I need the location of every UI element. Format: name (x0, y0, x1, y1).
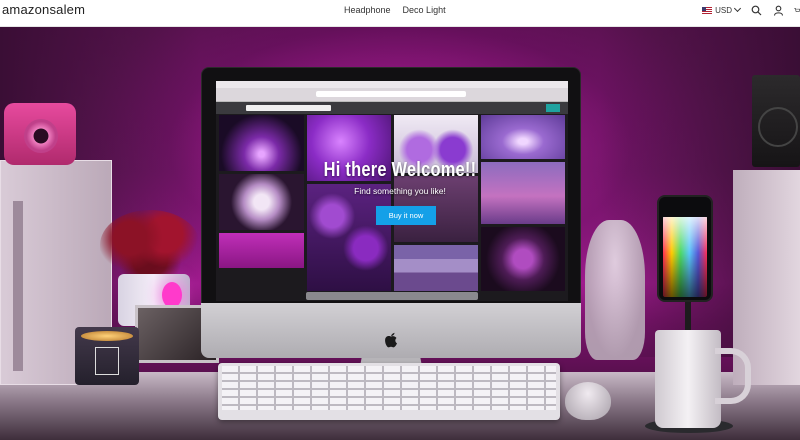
browser-toolbar (216, 88, 568, 102)
search-icon[interactable] (750, 4, 762, 16)
keyboard (218, 363, 560, 420)
header-actions: USD (702, 4, 800, 16)
candle-jar (75, 327, 139, 385)
apple-logo (385, 332, 397, 348)
candle-label (95, 347, 119, 375)
grid-tile (219, 174, 304, 230)
grid-tile (394, 245, 478, 291)
imac-chin (201, 303, 581, 358)
image-grid (219, 115, 565, 291)
coffee-mug (655, 330, 751, 428)
mac-menubar (216, 81, 568, 88)
buy-now-button[interactable]: Buy it now (376, 206, 436, 225)
hero-title: Hi there Welcome!! (323, 159, 477, 181)
main-nav: Headphone Deco Light (344, 5, 446, 15)
nav-item-deco-light[interactable]: Deco Light (403, 5, 446, 15)
hero-banner (0, 27, 800, 440)
grid-tile (481, 115, 565, 159)
camera-lens (24, 119, 58, 153)
chevron-down-icon (733, 4, 742, 13)
phone-screen (663, 217, 707, 297)
mac-dock (306, 292, 478, 300)
hand-statue (585, 220, 645, 360)
grid-tile (307, 184, 391, 291)
instant-camera (4, 103, 76, 165)
cart-icon[interactable] (794, 4, 800, 16)
site-header: amazonsalem Headphone Deco Light USD (0, 0, 800, 27)
smartphone (657, 195, 713, 302)
speaker (752, 75, 800, 167)
currency-selector[interactable]: USD (702, 4, 742, 15)
hero-subtitle: Find something you like! (354, 186, 446, 196)
us-flag-icon (702, 6, 713, 14)
computer-mouse (565, 382, 611, 420)
keyboard-keys (222, 366, 556, 410)
nav-item-headphone[interactable]: Headphone (344, 5, 391, 15)
grid-tile (481, 227, 565, 291)
rose-bouquet (100, 210, 200, 280)
currency-label: USD (715, 5, 732, 15)
user-icon[interactable] (772, 4, 784, 16)
screen-site-header (216, 102, 568, 114)
site-logo[interactable]: amazonsalem (2, 2, 85, 17)
grid-tile (219, 233, 304, 268)
